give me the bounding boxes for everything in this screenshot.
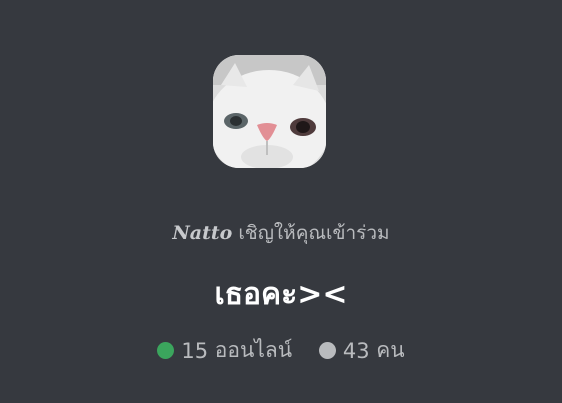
online-status-icon xyxy=(157,342,175,359)
invite-text: เชิญให้คุณเข้าร่วม xyxy=(238,222,390,244)
server-name: เธอคะ>< xyxy=(214,277,348,312)
member-count: 43 xyxy=(342,338,370,363)
online-stat: 15 ออนไลน์ xyxy=(157,334,292,367)
member-stat: 43 คน xyxy=(318,334,405,367)
invite-card: Natto เชิญให้คุณเข้าร่วม เธอคะ>< 15 ออนไล… xyxy=(0,0,562,403)
member-label: คน xyxy=(376,338,405,362)
members-status-icon xyxy=(318,342,336,359)
server-icon xyxy=(213,55,326,168)
server-stats: 15 ออนไลน์ 43 คน xyxy=(0,334,562,367)
online-label: ออนไลน์ xyxy=(214,338,293,362)
inviter-line: Natto เชิญให้คุณเข้าร่วม xyxy=(0,218,562,248)
online-count: 15 xyxy=(181,338,209,363)
inviter-name: Natto xyxy=(172,222,233,244)
